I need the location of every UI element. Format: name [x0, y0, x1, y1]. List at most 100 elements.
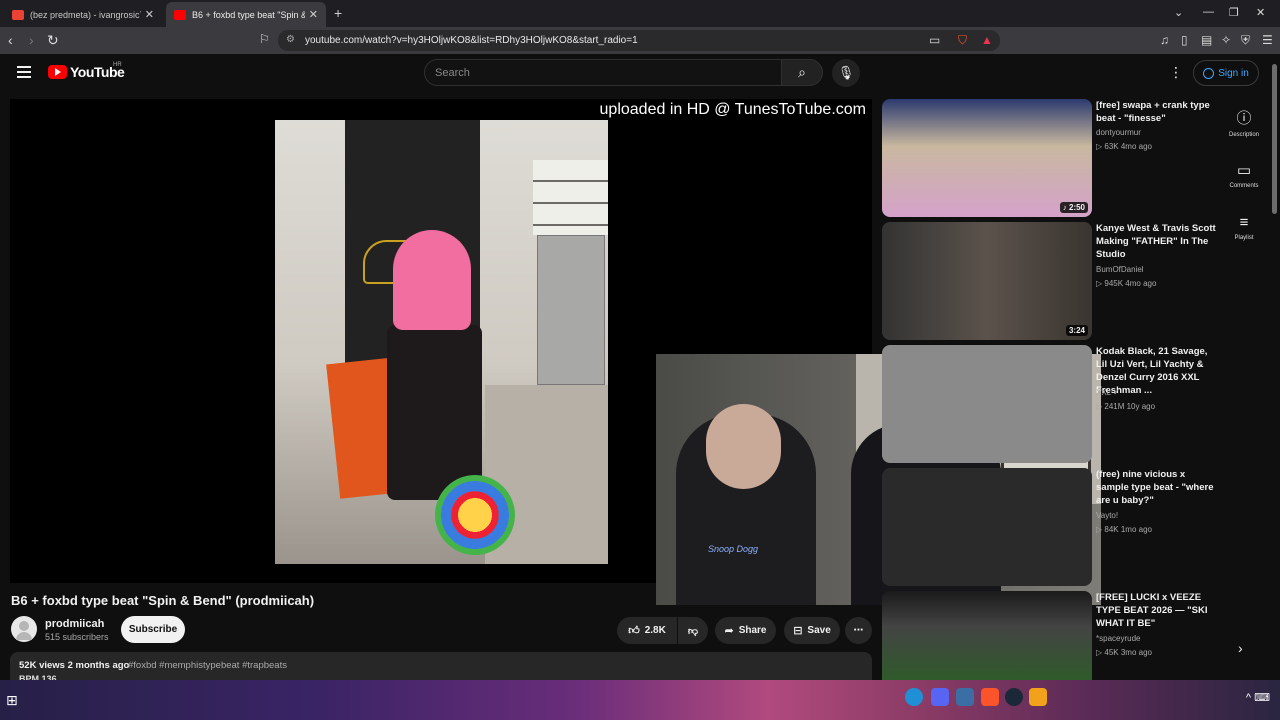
share-label: Share: [738, 625, 767, 636]
search-button[interactable]: ⌕: [781, 59, 823, 86]
recommendation-title[interactable]: Kanye West & Travis Scott Making "FATHER…: [1096, 222, 1216, 261]
windows-taskbar: ⊞ ^ ⌨: [0, 680, 1280, 720]
account-icon: [1203, 67, 1215, 79]
brave-icon[interactable]: [981, 688, 999, 706]
recommendation-channel[interactable]: dontyourmur: [1096, 128, 1141, 137]
hashtags[interactable]: #foxbd #memphistypebeat #trapbeats: [128, 660, 287, 671]
save-button[interactable]: ⊟ Save: [784, 617, 840, 644]
like-button[interactable]: 👍︎ 2.8K: [617, 617, 677, 644]
forward-icon[interactable]: ›: [29, 32, 34, 48]
search-placeholder: Search: [435, 67, 470, 79]
youtube-logo[interactable]: YouTube HR: [48, 62, 125, 80]
more-actions-button[interactable]: ⋯: [845, 617, 872, 644]
video-title: B6 + foxbd type beat "Spin & Bend" (prod…: [11, 593, 315, 608]
site-info-icon[interactable]: ⚙: [286, 34, 295, 45]
recommendation-title[interactable]: (free) nine vicious x sample type beat -…: [1096, 468, 1216, 507]
recommendation-views: ▷ 84K 1mo ago: [1096, 525, 1152, 534]
close-tab-icon[interactable]: ✕: [145, 8, 154, 21]
discord-icon[interactable]: [931, 688, 949, 706]
menu-icon[interactable]: ☰: [1262, 33, 1273, 47]
steam-icon[interactable]: [1005, 688, 1023, 706]
back-icon[interactable]: ‹: [8, 32, 13, 48]
recommendation-channel[interactable]: BumOfDaniel: [1096, 265, 1144, 274]
video-watermark: uploaded in HD @ TunesToTube.com: [599, 101, 866, 118]
search-input[interactable]: Search: [424, 59, 782, 86]
views-date: 52K views 2 months ago: [19, 660, 130, 671]
save-label: Save: [807, 625, 831, 636]
recommendation-channel[interactable]: *spaceyrude: [1096, 634, 1140, 643]
wallet-icon[interactable]: ▤: [1201, 33, 1212, 47]
cast-icon[interactable]: ▭: [929, 33, 940, 47]
reload-icon[interactable]: ↻: [47, 32, 59, 49]
url-text: youtube.com/watch?v=hy3HOljwKO8&list=RDh…: [305, 35, 638, 46]
recommendation-title[interactable]: [free] swapa + crank type beat - "finess…: [1096, 99, 1216, 125]
edge-icon[interactable]: [905, 688, 923, 706]
explorer-icon[interactable]: [956, 688, 974, 706]
gmail-icon: [12, 9, 24, 20]
more-icon: ⋯: [853, 625, 864, 636]
recommendation-thumbnail[interactable]: 3:24: [882, 222, 1092, 340]
windows-start-icon[interactable]: ⊞: [6, 692, 18, 709]
chevron-right-icon[interactable]: ›: [1238, 640, 1243, 656]
playlist-label: Playlist: [1234, 235, 1254, 241]
guide-menu-icon[interactable]: [17, 66, 31, 81]
recommendation-views: ▷ 945K 4mo ago: [1096, 279, 1157, 288]
sign-in-label: Sign in: [1218, 67, 1249, 79]
sign-in-button[interactable]: Sign in: [1193, 60, 1259, 86]
save-icon: ⊟: [793, 625, 803, 637]
recommendation-thumbnail[interactable]: [882, 468, 1092, 586]
video-frame-image: [275, 120, 608, 564]
channel-name[interactable]: prodmiicah: [45, 618, 104, 630]
recommendation-item[interactable]: (free) nine vicious x sample type beat -…: [882, 468, 1214, 586]
bookmark-icon[interactable]: ⚐: [259, 32, 270, 46]
system-tray[interactable]: ^ ⌨: [1246, 691, 1270, 704]
subscribe-button[interactable]: Subscribe: [121, 616, 185, 643]
address-bar-row: ‹ › ↻ ⚐ ⚙ youtube.com/watch?v=hy3HOljwKO…: [0, 27, 1280, 54]
scrollbar-thumb[interactable]: [1272, 64, 1277, 214]
recommendation-item[interactable]: ♪ 2:50 [free] swapa + crank type beat - …: [882, 99, 1212, 217]
info-icon: ⓘ: [1236, 110, 1252, 127]
tab-label: B6 + foxbd type beat "Spin & Be: [192, 9, 305, 20]
close-tab-icon[interactable]: ✕: [309, 8, 318, 21]
brave-rewards-icon[interactable]: ▲: [981, 33, 993, 47]
recommendation-channel[interactable]: Vayto!: [1096, 511, 1118, 520]
description-panel-button[interactable]: ⓘ Description: [1222, 107, 1266, 138]
settings-kebab-icon[interactable]: ⋮: [1169, 64, 1183, 81]
media-icon[interactable]: ♫: [1160, 33, 1169, 47]
subscriber-count: 515 subscribers: [45, 632, 109, 642]
page-scrollbar[interactable]: [1270, 56, 1278, 678]
like-count: 2.8K: [644, 625, 666, 636]
playlist-panel-button[interactable]: ≡ Playlist: [1222, 214, 1266, 241]
share-button[interactable]: ➦ Share: [715, 617, 776, 644]
shirt-text: Snoop Dogg: [708, 544, 759, 554]
dislike-button[interactable]: 👎︎: [678, 617, 708, 644]
tab-youtube[interactable]: B6 + foxbd type beat "Spin & Be ✕: [166, 2, 326, 27]
sidebar-icon[interactable]: ▯: [1181, 33, 1188, 47]
comments-panel-button[interactable]: ▭ Comments: [1222, 161, 1266, 189]
tab-label: (bez predmeta) - ivangrosic7@gmail...: [30, 9, 141, 20]
vpn-icon[interactable]: ⛨: [1241, 33, 1250, 48]
leo-ai-icon[interactable]: ✧: [1221, 33, 1231, 47]
country-code: HR: [113, 62, 122, 68]
tab-list-icon[interactable]: ⌄: [1174, 6, 1183, 19]
recommendation-thumbnail[interactable]: [882, 345, 1092, 463]
url-field[interactable]: ⚙ youtube.com/watch?v=hy3HOljwKO8&list=R…: [278, 30, 1000, 51]
recommendation-item[interactable]: Kodak Black, 21 Savage, Lil Uzi Vert, Li…: [882, 345, 1212, 463]
recommendation-thumbnail[interactable]: [882, 591, 1092, 680]
minimize-button[interactable]: —: [1203, 6, 1214, 18]
recommendation-item[interactable]: 3:24 Kanye West & Travis Scott Making "F…: [882, 222, 1216, 340]
brave-shield-icon[interactable]: ⛉: [958, 33, 967, 48]
search-icon: ⌕: [798, 64, 806, 80]
close-window-button[interactable]: ✕: [1256, 6, 1265, 19]
new-tab-button[interactable]: +: [334, 5, 342, 21]
recommendation-item[interactable]: [FREE] LUCKI x VEEZE TYPE BEAT 2026 — "S…: [882, 591, 1212, 680]
recommendation-channel[interactable]: XXL ✓: [1096, 388, 1120, 397]
description-label: Description: [1228, 132, 1259, 138]
recommendation-thumbnail[interactable]: ♪ 2:50: [882, 99, 1092, 217]
maximize-button[interactable]: ❐: [1229, 6, 1239, 19]
channel-avatar[interactable]: [11, 616, 37, 642]
app-icon[interactable]: [1029, 688, 1047, 706]
voice-search-button[interactable]: 🎙: [832, 59, 860, 87]
recommendation-title[interactable]: [FREE] LUCKI x VEEZE TYPE BEAT 2026 — "S…: [1096, 591, 1216, 630]
tab-gmail[interactable]: (bez predmeta) - ivangrosic7@gmail... ✕: [4, 2, 162, 27]
